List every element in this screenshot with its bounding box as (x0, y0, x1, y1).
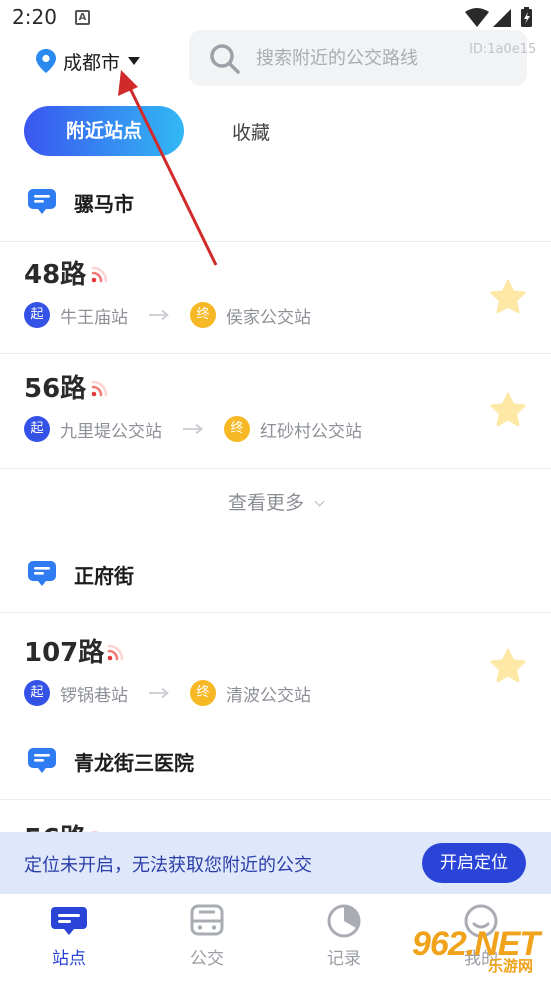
enable-location-button[interactable]: 开启定位 (422, 843, 526, 883)
route-stops: 起 九里堤公交站 终 红砂村公交站 (24, 416, 362, 442)
route-number: 56路 (24, 374, 87, 404)
status-icons (465, 7, 532, 27)
favorite-star-icon[interactable] (489, 648, 527, 684)
arrow-right-icon (149, 309, 169, 321)
caret-down-icon (128, 57, 141, 65)
start-stop-name: 牛王庙站 (60, 307, 128, 328)
nav-item-stations[interactable]: 站点 (19, 904, 119, 969)
history-pie-icon (327, 904, 361, 938)
search-placeholder: 搜索附近的公交路线 (256, 48, 418, 69)
route-item[interactable]: 56路 起 九里堤公交站 终 红砂村公交站 (0, 358, 551, 468)
end-badge: 终 (190, 680, 216, 706)
device-id-label: ID:1a0e15 (469, 42, 537, 57)
signal-icon (493, 9, 511, 27)
see-more-label: 查看更多 (227, 492, 304, 514)
divider (0, 468, 551, 469)
location-pin-icon (36, 49, 56, 73)
arrow-right-icon (183, 423, 203, 435)
route-number: 48路 (24, 260, 87, 290)
bus-stop-icon (28, 561, 56, 586)
search-input[interactable]: 搜索附近的公交路线 ID:1a0e15 (189, 30, 536, 86)
location-warning-text: 定位未开启，无法获取您附近的公交 (24, 855, 312, 876)
bus-stop-icon (28, 189, 56, 214)
station-name: 正府街 (74, 564, 134, 588)
start-badge: 起 (24, 416, 50, 442)
route-item[interactable]: 107路 起 锣锅巷站 终 清波公交站 (0, 622, 551, 732)
realtime-signal-icon (91, 266, 108, 283)
nav-label: 公交 (190, 949, 224, 969)
realtime-signal-icon (91, 380, 108, 397)
start-stop-name: 九里堤公交站 (60, 421, 162, 442)
end-stop-name: 清波公交站 (226, 685, 311, 706)
status-time: 2:20 (12, 5, 57, 29)
nav-item-bus[interactable]: 公交 (157, 904, 257, 969)
start-badge: 起 (24, 680, 50, 706)
favorite-star-icon[interactable] (489, 392, 527, 428)
end-badge: 终 (224, 416, 250, 442)
watermark-text: 乐游网 (488, 957, 534, 975)
favorite-star-icon[interactable] (489, 279, 527, 315)
city-name: 成都市 (63, 51, 121, 74)
bus-stop-icon (51, 907, 87, 935)
see-more-button[interactable]: 查看更多 (0, 488, 551, 515)
route-item[interactable]: 48路 起 牛王庙站 终 侯家公交站 (0, 244, 551, 354)
station-header[interactable]: 正府街 (0, 544, 551, 608)
divider (0, 799, 551, 800)
start-stop-name: 锣锅巷站 (60, 685, 128, 706)
divider (0, 612, 551, 613)
bus-stop-icon (28, 748, 56, 773)
route-number: 107路 (24, 638, 105, 668)
end-stop-name: 侯家公交站 (226, 307, 311, 328)
tab-nearby-stations[interactable]: 附近站点 (24, 106, 184, 156)
station-header[interactable]: 骡马市 (0, 172, 551, 236)
station-name: 青龙街三医院 (74, 751, 194, 775)
start-badge: 起 (24, 302, 50, 328)
station-header[interactable]: 青龙街三医院 (0, 731, 551, 795)
nav-label: 站点 (52, 949, 86, 969)
nav-item-history[interactable]: 记录 (294, 904, 394, 969)
end-badge: 终 (190, 302, 216, 328)
notification-a-icon: A (75, 10, 90, 25)
route-stops: 起 锣锅巷站 终 清波公交站 (24, 680, 311, 706)
route-stops: 起 牛王庙站 终 侯家公交站 (24, 302, 311, 328)
chevron-down-icon (314, 496, 325, 507)
route-item[interactable]: 56路 (0, 808, 551, 832)
divider (0, 241, 551, 242)
arrow-right-icon (149, 687, 169, 699)
divider (0, 353, 551, 354)
route-number: 56路 (24, 818, 86, 832)
bus-icon (190, 904, 224, 936)
location-banner: 定位未开启，无法获取您附近的公交 开启定位 (0, 832, 551, 894)
end-stop-name: 红砂村公交站 (260, 421, 362, 442)
realtime-signal-icon (107, 644, 124, 661)
site-watermark: 962.NET 乐游网 (412, 925, 548, 979)
tab-favorites[interactable]: 收藏 (232, 118, 270, 145)
search-icon (210, 44, 240, 74)
nav-label: 记录 (327, 949, 361, 969)
station-name: 骡马市 (74, 192, 134, 216)
wifi-icon (465, 8, 489, 27)
city-selector[interactable]: 成都市 (35, 44, 141, 78)
